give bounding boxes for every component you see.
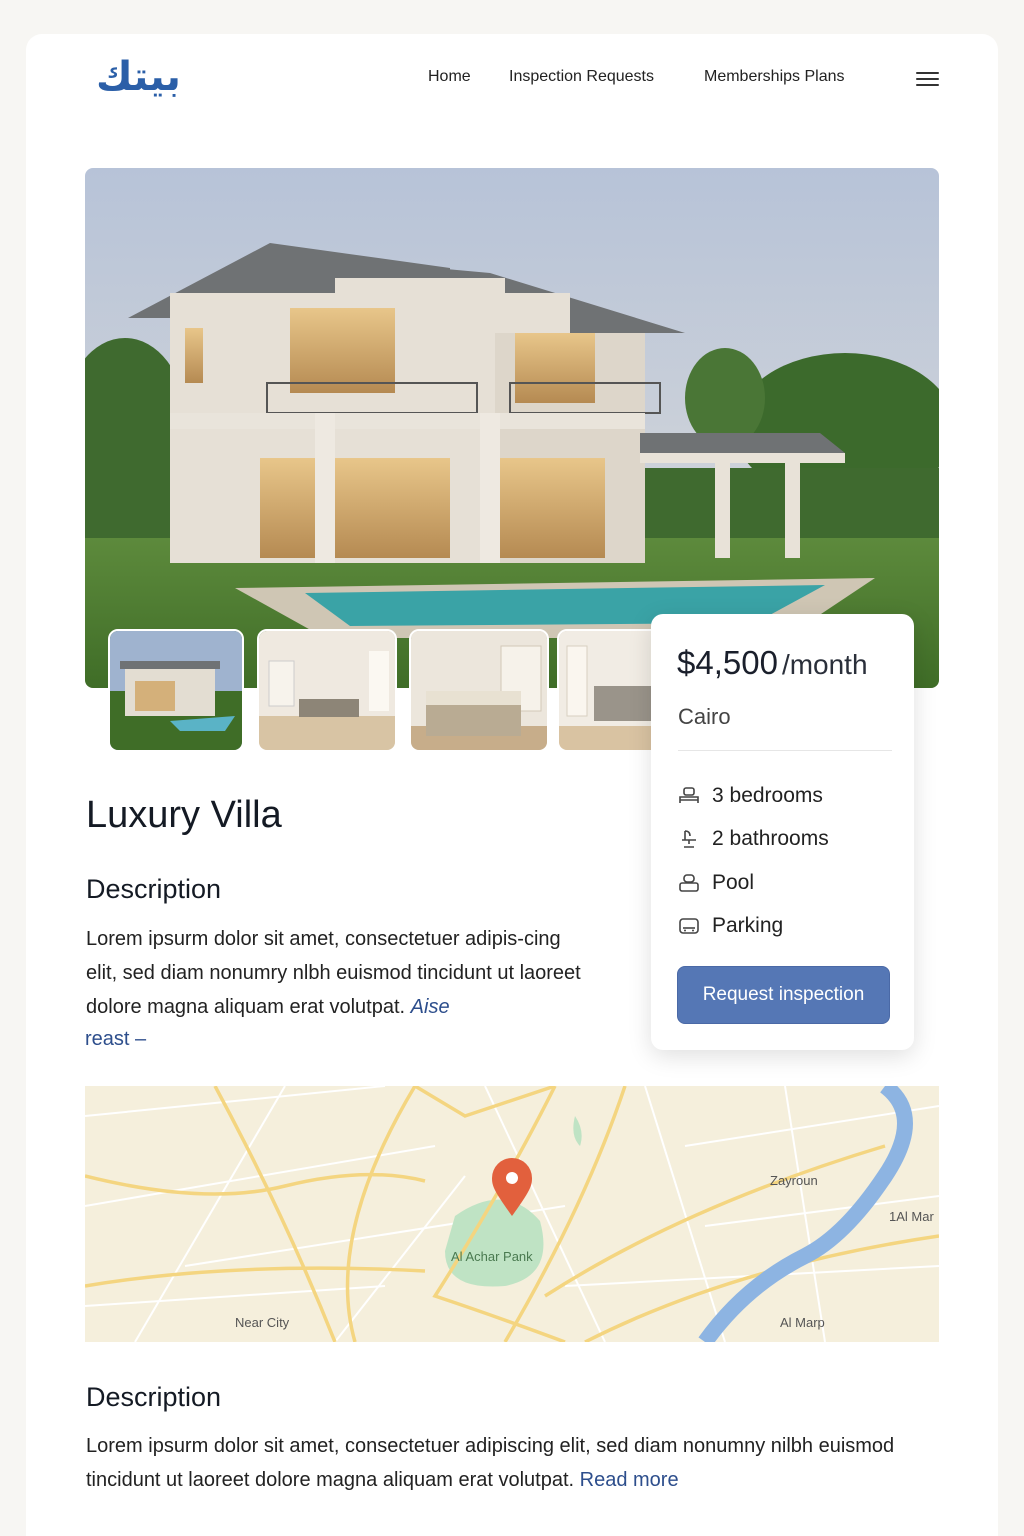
feature-label: Parking [712,914,784,937]
kitchen-thumb-photo [559,631,655,750]
listing-price: $4,500/month [677,644,868,682]
gallery-thumb-kitchen[interactable] [557,629,657,752]
feature-bathrooms: 2 bathrooms [678,827,829,851]
page-container: بيتك Home Inspection Requests Membership… [26,34,998,1536]
hero-image [85,168,939,688]
description-highlight: Aise [410,996,450,1018]
card-divider [678,750,892,751]
pool-icon [678,872,700,894]
gallery-thumb-bedroom[interactable] [409,629,549,752]
bath-icon [678,828,700,850]
bed-icon [678,785,700,807]
brand-logo[interactable]: بيتك [96,54,182,100]
exterior-thumb-photo [110,631,242,750]
nav-inspection-requests[interactable]: Inspection Requests [509,68,654,86]
map-label: Zayroun [770,1173,818,1188]
price-value: $4,500 [677,644,778,681]
feature-label: 3 bedrooms [712,784,823,807]
description-text: Lorem ipsurm dolor sit amet, consectetue… [86,922,581,1024]
nav-home[interactable]: Home [428,68,471,86]
description-heading-2: Description [86,1382,222,1412]
description-body-2: Lorem ipsurm dolor sit amet, consectetue… [86,1435,895,1491]
description-heading: Description [86,874,222,904]
read-more-link-2[interactable]: Read more [580,1469,679,1491]
feature-label: Pool [712,871,755,894]
feature-parking: Parking [678,914,783,938]
bedroom-thumb-photo [411,631,547,750]
map-label: 1Al Mar [889,1209,934,1224]
map-label: Al Marp [780,1315,825,1330]
price-unit: /month [781,649,868,680]
map-label: Al Achar Pank [451,1249,533,1264]
listing-city: Cairo [678,704,731,729]
listing-title: Luxury Villa [86,794,282,836]
gallery-thumb-living-room[interactable] [257,629,397,752]
gallery-thumb-exterior[interactable] [108,629,244,752]
living-room-thumb-photo [259,631,395,750]
nav-memberships-plans[interactable]: Memberships Plans [704,68,845,86]
feature-bedrooms: 3 bedrooms [678,784,823,808]
location-map[interactable]: Zayroun 1Al Mar Al Achar Pank Near City … [85,1086,939,1342]
description-text-2: Lorem ipsurm dolor sit amet, consectetue… [86,1429,936,1497]
feature-label: 2 bathrooms [712,827,829,850]
map-label: Near City [235,1315,290,1330]
menu-icon[interactable] [916,72,939,86]
listing-summary-card: $4,500/month Cairo 3 bedrooms 2 bathroom… [651,614,914,1050]
description-body: Lorem ipsurm dolor sit amet, consectetue… [86,928,581,1018]
parking-icon [678,915,700,937]
feature-pool: Pool [678,871,754,895]
map-canvas: Zayroun 1Al Mar Al Achar Pank Near City … [85,1086,939,1342]
villa-photo [85,168,939,688]
read-more-link[interactable]: reast – [85,1028,146,1051]
request-inspection-button[interactable]: Request inspection [677,966,890,1024]
